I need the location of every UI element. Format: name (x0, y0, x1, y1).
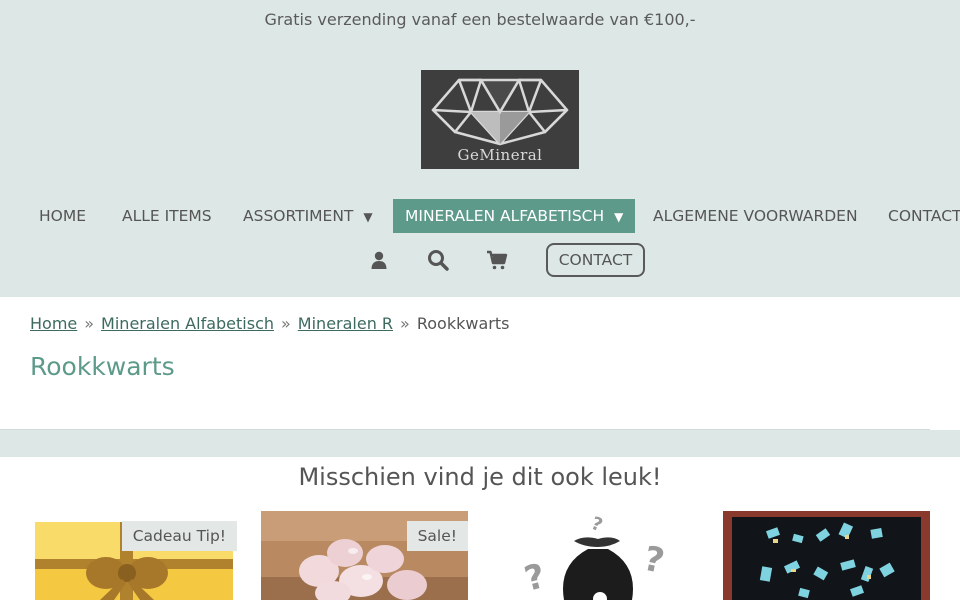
product-card-cadeau[interactable]: Cadeau Tip! (30, 511, 237, 600)
breadcrumb-separator: » (281, 314, 291, 333)
nav-item-label: ASSORTIMENT (243, 207, 354, 225)
product-badge: Cadeau Tip! (121, 521, 237, 551)
site-logo[interactable]: GeMineral (421, 70, 579, 169)
nav-item-algemene-voorwarden[interactable]: ALGEMENE VOORWARDEN (653, 199, 858, 233)
breadcrumb: Home » Mineralen Alfabetisch » Mineralen R » R… (30, 314, 509, 333)
nav-item-alle-items[interactable]: ALLE ITEMS (122, 199, 212, 233)
page-title: Rookkwarts (30, 352, 175, 381)
nav-item-assortiment[interactable]: ASSORTIMENT ▼ (243, 199, 373, 233)
chevron-down-icon: ▼ (363, 210, 373, 224)
contact-button[interactable]: CONTACT (546, 243, 645, 277)
related-products-title: Misschien vind je dit ook leuk! (298, 463, 662, 491)
user-icon[interactable] (367, 248, 391, 272)
section-divider-band (0, 430, 960, 457)
announcement-bar: Gratis verzending vanaf een bestelwaarde… (264, 10, 696, 29)
nav-item-home[interactable]: HOME (39, 199, 86, 233)
breadcrumb-link-home[interactable]: Home (30, 314, 77, 333)
product-card-crystals[interactable] (723, 511, 930, 600)
breadcrumb-separator: » (400, 314, 410, 333)
site-header: Gratis verzending vanaf een bestelwaarde… (0, 0, 960, 297)
search-icon[interactable] (426, 248, 450, 272)
main-nav: HOME ALLE ITEMS ASSORTIMENT ▼ MINERALEN A… (0, 199, 960, 233)
nav-item-mineralen-alfabetisch[interactable]: MINERALEN ALFABETISCH ▼ (393, 199, 636, 233)
nav-item-label: CONTACT (888, 207, 960, 225)
crystal-collection-image (723, 511, 930, 600)
nav-item-label: ALGEMENE VOORWARDEN (653, 207, 858, 225)
nav-item-label: ALLE ITEMS (122, 207, 212, 225)
product-card-sale[interactable]: Sale! (261, 511, 468, 600)
logo-text: GeMineral (457, 146, 543, 164)
breadcrumb-separator: » (84, 314, 95, 333)
product-badge: Sale! (406, 521, 468, 551)
breadcrumb-link-mineralen-r[interactable]: Mineralen R (298, 314, 393, 333)
breadcrumb-link-mineralen-alfabetisch[interactable]: Mineralen Alfabetisch (101, 314, 274, 333)
nav-item-contact[interactable]: CONTACT (888, 199, 960, 233)
mystery-bag-image: ? ? ? (492, 511, 699, 600)
chevron-down-icon: ▼ (614, 210, 624, 224)
product-card-mystery-bag[interactable]: ? ? ? (492, 511, 699, 600)
breadcrumb-current: Rookkwarts (416, 314, 510, 333)
nav-item-label: MINERALEN ALFABETISCH (405, 207, 605, 225)
cart-icon[interactable] (485, 248, 509, 272)
nav-item-label: HOME (39, 207, 87, 225)
